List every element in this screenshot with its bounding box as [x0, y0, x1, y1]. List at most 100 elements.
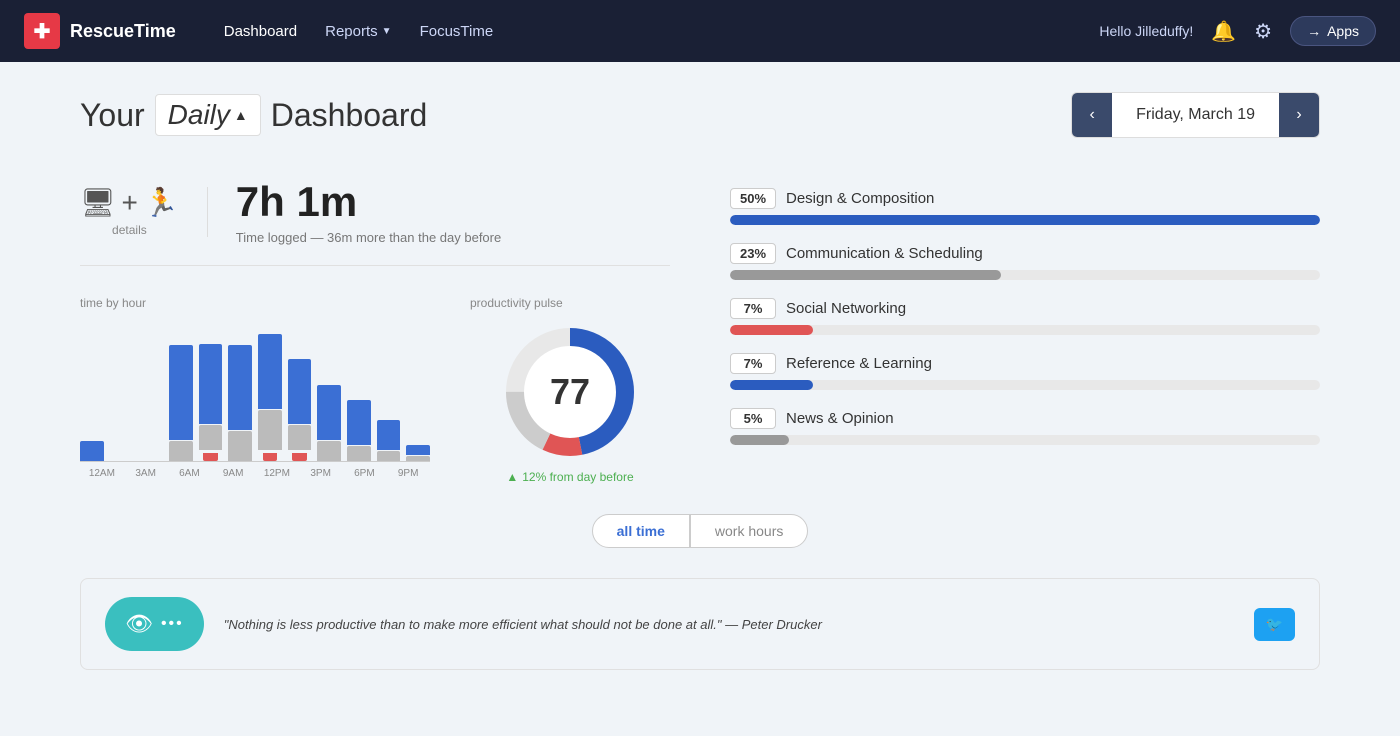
- logo-text: RescueTime: [70, 21, 176, 42]
- cat-bar-fill: [730, 380, 813, 390]
- vertical-divider: [207, 187, 208, 237]
- bar-group: [288, 359, 312, 461]
- hello-text: Hello Jilleduffy!: [1099, 23, 1193, 39]
- cat-pct-badge: 7%: [730, 298, 776, 319]
- cat-header: 7% Reference & Learning: [730, 353, 1320, 374]
- nav-dashboard[interactable]: Dashboard: [224, 23, 297, 40]
- computer-icon: 🖥: [80, 186, 116, 219]
- all-time-button[interactable]: all time: [592, 514, 690, 548]
- apps-label: Apps: [1327, 23, 1359, 39]
- axis-label: 9PM: [386, 468, 430, 479]
- page-title: Your Daily ▲ Dashboard: [80, 94, 427, 136]
- time-by-hour-chart: time by hour 12AM3AM6AM9AM12PM3PM6PM9PM: [80, 296, 430, 482]
- bar-gray: [199, 425, 223, 450]
- bar-axis: 12AM3AM6AM9AM12PM3PM6PM9PM: [80, 468, 430, 479]
- category-row: 7% Reference & Learning: [730, 353, 1320, 390]
- donut-chart: 77: [500, 322, 640, 462]
- bell-icon[interactable]: 🔔: [1211, 19, 1236, 44]
- axis-label: 3PM: [299, 468, 343, 479]
- axis-label: 6AM: [168, 468, 212, 479]
- bar-group: [228, 345, 252, 461]
- cat-name: News & Opinion: [786, 410, 894, 427]
- next-date-button[interactable]: ›: [1279, 93, 1319, 137]
- category-row: 23% Communication & Scheduling: [730, 243, 1320, 280]
- cat-header: 7%Social Networking: [730, 298, 1320, 319]
- main-content: Your Daily ▲ Dashboard ‹ Friday, March 1…: [0, 62, 1400, 700]
- right-panel: 50%Design & Composition 23% Communication …: [730, 178, 1320, 484]
- person-icon: 🏃: [144, 186, 179, 219]
- productivity-pulse-section: productivity pulse: [470, 296, 670, 484]
- cat-name: Communication & Scheduling: [786, 245, 983, 262]
- bar-blue: [228, 345, 252, 430]
- axis-label: 12AM: [80, 468, 124, 479]
- cat-bar-track: [730, 380, 1320, 390]
- bar-blue: [347, 400, 371, 445]
- pulse-comparison: ▲ 12% from day before: [506, 470, 633, 484]
- logo-icon: ✚: [24, 13, 60, 49]
- details-label: details: [112, 223, 147, 237]
- work-hours-button[interactable]: work hours: [690, 514, 808, 548]
- nav-links: Dashboard Reports ▼ FocusTime: [224, 23, 493, 40]
- cat-bar-track: [730, 435, 1320, 445]
- bar-gray: [228, 431, 252, 461]
- twitter-button[interactable]: 🐦: [1254, 608, 1295, 641]
- bar-chart: 12AM3AM6AM9AM12PM3PM6PM9PM: [80, 322, 430, 482]
- bar-gray: [258, 410, 282, 450]
- activity-icons: 🖥 + 🏃: [80, 186, 179, 219]
- axis-label: 12PM: [255, 468, 299, 479]
- category-row: 50%Design & Composition: [730, 188, 1320, 225]
- time-by-hour-label: time by hour: [80, 296, 430, 310]
- apps-button[interactable]: → Apps: [1290, 16, 1376, 46]
- cat-pct-badge: 23%: [730, 243, 776, 264]
- content-row: 🖥 + 🏃 details 7h 1m Time logged — 36m mo…: [80, 178, 1320, 484]
- bar-blue: [199, 344, 223, 424]
- bar-gray: [377, 451, 401, 461]
- arrow-up-icon: ▲: [506, 470, 518, 484]
- cat-bar-track: [730, 325, 1320, 335]
- axis-label: 9AM: [211, 468, 255, 479]
- dot-dot: •••: [161, 615, 184, 633]
- eye-icon: 👁: [125, 611, 153, 637]
- charts-row: time by hour 12AM3AM6AM9AM12PM3PM6PM9PM …: [80, 296, 670, 484]
- dashboard-header: Your Daily ▲ Dashboard ‹ Friday, March 1…: [80, 92, 1320, 138]
- navbar: ✚ RescueTime Dashboard Reports ▼ FocusTi…: [0, 0, 1400, 62]
- time-info: 7h 1m Time logged — 36m more than the da…: [236, 178, 501, 245]
- nav-right: Hello Jilleduffy! 🔔 ⚙ → Apps: [1099, 16, 1376, 46]
- logo[interactable]: ✚ RescueTime: [24, 13, 176, 49]
- bars: [80, 322, 430, 462]
- period-selector[interactable]: Daily ▲: [155, 94, 261, 136]
- cat-header: 23% Communication & Scheduling: [730, 243, 1320, 264]
- period-chevron-icon: ▲: [234, 107, 248, 123]
- pulse-value: 77: [550, 371, 590, 413]
- cat-name: Design & Composition: [786, 190, 934, 207]
- settings-icon[interactable]: ⚙: [1254, 19, 1272, 44]
- current-date: Friday, March 19: [1112, 106, 1279, 124]
- cat-pct-badge: 7%: [730, 353, 776, 374]
- toggle-row: all time work hours: [80, 514, 1320, 548]
- bar-group: [80, 441, 104, 461]
- bar-gray: [317, 441, 341, 461]
- cat-header: 50%Design & Composition: [730, 188, 1320, 209]
- prev-date-button[interactable]: ‹: [1072, 93, 1112, 137]
- bar-blue: [169, 345, 193, 440]
- bar-gray: [406, 456, 430, 461]
- axis-label: 6PM: [343, 468, 387, 479]
- donut-wrap: 77 ▲ 12% from day before: [470, 322, 670, 484]
- nav-focustime[interactable]: FocusTime: [420, 23, 494, 40]
- quote-text: "Nothing is less productive than to make…: [224, 617, 1234, 632]
- cat-bar-fill: [730, 325, 813, 335]
- bar-gray: [169, 441, 193, 461]
- bar-blue: [317, 385, 341, 440]
- cat-name: Reference & Learning: [786, 355, 932, 372]
- bar-group: [377, 420, 401, 461]
- bar-gray: [347, 446, 371, 461]
- nav-reports[interactable]: Reports ▼: [325, 23, 391, 40]
- details-area[interactable]: 🖥 + 🏃 details: [80, 186, 179, 237]
- cat-bar-fill: [730, 435, 789, 445]
- bar-blue: [258, 334, 282, 409]
- pulse-label: productivity pulse: [470, 296, 670, 310]
- cat-bar-track: [730, 215, 1320, 225]
- total-time: 7h 1m: [236, 178, 501, 226]
- date-navigator: ‹ Friday, March 19 ›: [1071, 92, 1320, 138]
- bar-neg: [292, 453, 306, 461]
